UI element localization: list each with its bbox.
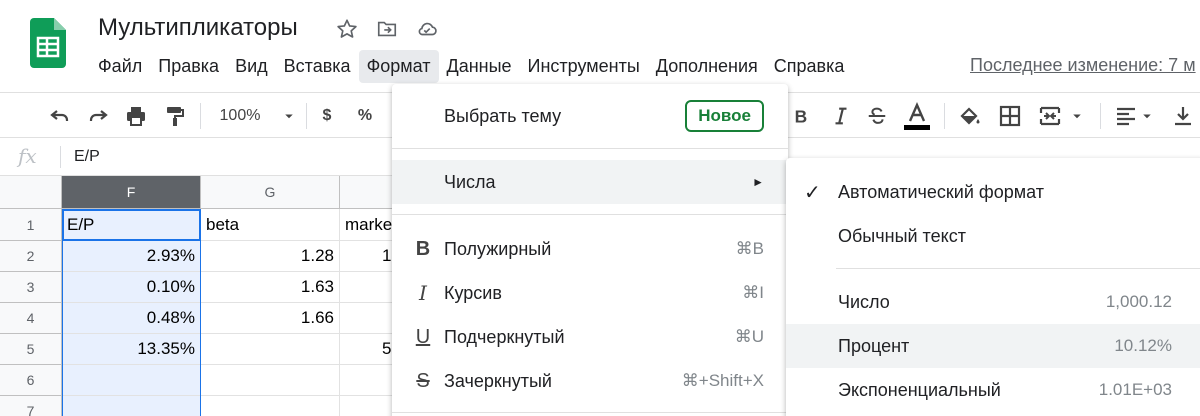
fx-icon: fx [18,144,37,168]
menu-item-scientific[interactable]: Экспоненциальный 1.01E+03 [786,368,1200,412]
cell-g1[interactable]: beta [201,209,340,241]
zoom-select[interactable]: 100% [214,101,304,131]
chevron-down-icon [1073,114,1081,119]
zoom-value: 100% [219,107,261,124]
cell-h5[interactable]: 5 [340,334,400,365]
cell-g2[interactable]: 1.28 [201,241,340,272]
menu-format[interactable]: Формат [358,49,439,83]
menu-item-percent[interactable]: Процент 10.12% [786,324,1200,368]
cell-f2[interactable]: 2.93% [62,241,201,272]
cell-g4[interactable]: 1.66 [201,303,340,334]
print-icon[interactable] [122,101,150,131]
row-header[interactable]: 6 [0,365,62,396]
underline-icon: U [415,325,431,348]
cell-h6[interactable] [340,365,400,396]
row-header[interactable]: 7 [0,396,62,416]
formula-input[interactable]: E/P [74,148,100,166]
cell-f1[interactable]: E/P [62,209,201,241]
checkmark-icon: ✓ [804,181,821,204]
cell-h4[interactable] [340,303,400,334]
currency-format-button[interactable]: $ [318,101,336,131]
cell-f4[interactable]: 0.48% [62,303,201,334]
menu-item-underline[interactable]: U Подчеркнутый ⌘U [392,315,788,359]
redo-icon[interactable] [84,101,112,131]
column-header-g[interactable]: G [201,176,340,209]
paint-format-icon[interactable] [160,101,188,131]
chevron-down-icon [285,114,294,119]
column-header-f[interactable]: F [62,176,201,209]
cell-h7[interactable] [340,396,400,416]
fill-color-icon[interactable] [958,101,982,131]
menu-item-plain-text[interactable]: Обычный текст [786,214,1200,258]
cell-g7[interactable] [201,396,340,416]
cell-h3[interactable] [340,272,400,303]
italic-icon: I [419,281,427,305]
menu-item-bold[interactable]: B Полужирный ⌘B [392,227,788,271]
submenu-arrow-icon: ► [752,175,764,189]
new-badge: Новое [685,100,764,132]
cell-f3[interactable]: 0.10% [62,272,201,303]
menu-addons[interactable]: Дополнения [648,50,766,83]
svg-text:B: B [795,106,808,126]
menu-insert[interactable]: Вставка [276,50,359,83]
cell-h1[interactable]: marke [340,209,400,241]
merge-cells-icon[interactable] [1036,101,1088,131]
star-icon[interactable] [336,18,358,40]
chevron-down-icon [1143,114,1151,119]
horizontal-align-icon[interactable] [1112,101,1158,131]
menu-data[interactable]: Данные [439,50,520,83]
column-header-h[interactable] [340,176,400,209]
menu-item-italic[interactable]: I Курсив ⌘I [392,271,788,315]
borders-icon[interactable] [998,101,1022,131]
cell-g5[interactable] [201,334,340,365]
text-color-icon[interactable] [902,101,932,131]
cell-f6[interactable] [62,365,201,396]
menu-file[interactable]: Файл [90,50,150,83]
strikethrough-icon: S [416,369,430,392]
document-title[interactable]: Мультипликаторы [98,14,298,42]
menu-bar: Файл Правка Вид Вставка Формат Данные Ин… [90,48,852,84]
vertical-align-icon[interactable] [1166,101,1200,131]
row-header[interactable]: 2 [0,241,62,272]
menu-view[interactable]: Вид [227,50,276,83]
cell-h2[interactable]: 1 [340,241,400,272]
italic-icon[interactable] [830,101,852,131]
numbers-submenu: ✓ Автоматический формат Обычный текст Чи… [786,158,1200,416]
cell-f5[interactable]: 13.35% [62,334,201,365]
format-menu: Выбрать тему Новое Числа ► B Полужирный … [392,84,788,416]
sheets-logo[interactable] [30,18,66,68]
menu-item-number[interactable]: Число 1,000.12 [786,280,1200,324]
menu-help[interactable]: Справка [766,50,853,83]
cell-g3[interactable]: 1.63 [201,272,340,303]
cloud-saved-icon[interactable] [416,18,438,40]
menu-edit[interactable]: Правка [150,50,227,83]
menu-item-numbers[interactable]: Числа ► [392,160,788,204]
percent-format-button[interactable]: % [354,101,376,131]
row-header[interactable]: 1 [0,209,62,241]
bold-icon[interactable]: B [790,101,812,131]
strikethrough-icon[interactable] [866,101,888,131]
row-header[interactable]: 4 [0,303,62,334]
select-all-corner[interactable] [0,176,62,209]
bold-icon: B [415,237,431,260]
row-header[interactable]: 3 [0,272,62,303]
cell-f7[interactable] [62,396,201,416]
move-folder-icon[interactable] [376,18,398,40]
row-header[interactable]: 5 [0,334,62,365]
menu-item-auto-format[interactable]: ✓ Автоматический формат [786,170,1200,214]
menu-item-strikethrough[interactable]: S Зачеркнутый ⌘+Shift+X [392,359,788,403]
cell-g6[interactable] [201,365,340,396]
last-edit-link[interactable]: Последнее изменение: 7 м [970,55,1196,76]
undo-icon[interactable] [46,101,74,131]
menu-tools[interactable]: Инструменты [520,50,648,83]
menu-item-theme[interactable]: Выбрать тему Новое [392,94,788,138]
